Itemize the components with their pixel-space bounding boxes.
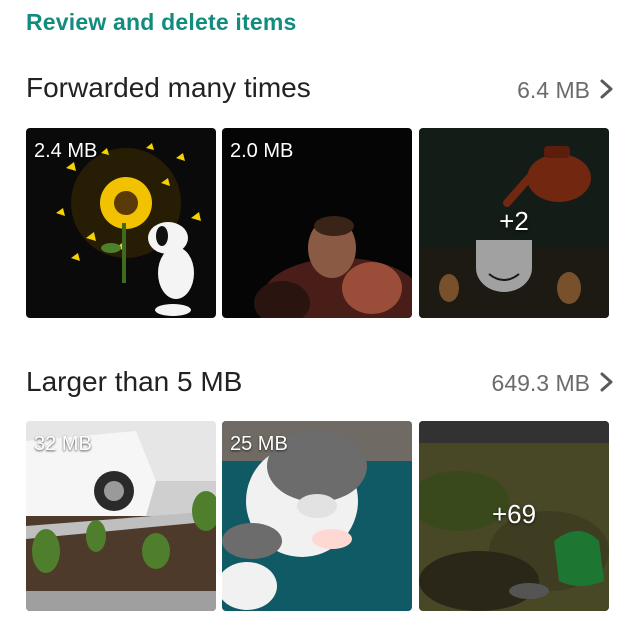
media-size-label: 2.0 MB	[230, 140, 294, 162]
media-size-label: 25 MB	[230, 433, 288, 455]
chevron-right-icon[interactable]	[596, 369, 618, 395]
media-thumbnail-more[interactable]: +69	[419, 421, 609, 611]
media-thumbnail[interactable]: 25 MB	[222, 421, 412, 611]
more-count-label: +69	[491, 499, 537, 529]
group-title: Forwarded many times	[26, 72, 311, 103]
media-thumbnail-more[interactable]: +2	[419, 128, 609, 318]
group-size: 649.3 MB	[491, 370, 590, 396]
media-thumbnail[interactable]: 32 MB	[26, 421, 216, 611]
group-size: 6.4 MB	[517, 77, 590, 103]
media-size-label: 32 MB	[34, 433, 92, 455]
more-count-label: +2	[499, 206, 529, 236]
media-size-label: 2.4 MB	[34, 140, 98, 162]
chevron-right-icon[interactable]	[596, 76, 618, 102]
media-thumbnail[interactable]: 2.0 MB	[222, 128, 412, 318]
review-section-header: Review and delete items	[26, 9, 297, 35]
media-thumbnail[interactable]: 2.4 MB	[26, 128, 216, 318]
group-title: Larger than 5 MB	[26, 366, 243, 397]
